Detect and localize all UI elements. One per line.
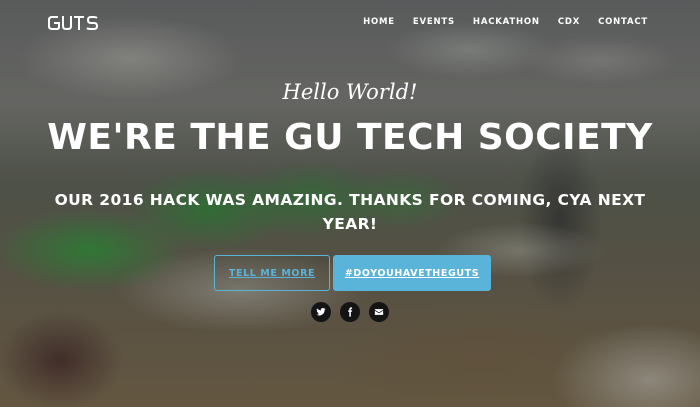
- doyouhavetheguts-button[interactable]: #DOYOUHAVETHEGUTS: [333, 255, 491, 291]
- email-link[interactable]: [369, 302, 389, 322]
- twitter-link[interactable]: [311, 302, 331, 322]
- nav-item-events[interactable]: EVENTS: [413, 17, 455, 27]
- facebook-link[interactable]: [340, 302, 360, 322]
- twitter-icon: [316, 308, 326, 316]
- nav-item-hackathon[interactable]: HACKATHON: [473, 17, 540, 27]
- nav-item-contact[interactable]: CONTACT: [598, 17, 648, 27]
- guts-logo[interactable]: [47, 14, 103, 32]
- nav-menu: HOME EVENTS HACKATHON CDX CONTACT: [363, 17, 648, 27]
- tell-me-more-button[interactable]: TELL ME MORE: [214, 255, 330, 291]
- hero-subheading: OUR 2016 HACK WAS AMAZING. THANKS FOR CO…: [54, 191, 646, 233]
- envelope-icon: [374, 309, 384, 315]
- top-navigation: HOME EVENTS HACKATHON CDX CONTACT: [0, 0, 700, 46]
- hero-intro-text: Hello World!: [282, 80, 418, 104]
- nav-item-cdx[interactable]: CDX: [558, 17, 580, 27]
- guts-logo-icon: [48, 16, 99, 30]
- hero-heading: WE'RE THE GU TECH SOCIETY: [47, 117, 653, 158]
- facebook-icon: [348, 307, 353, 317]
- social-links: [0, 302, 700, 322]
- nav-item-home[interactable]: HOME: [363, 17, 395, 27]
